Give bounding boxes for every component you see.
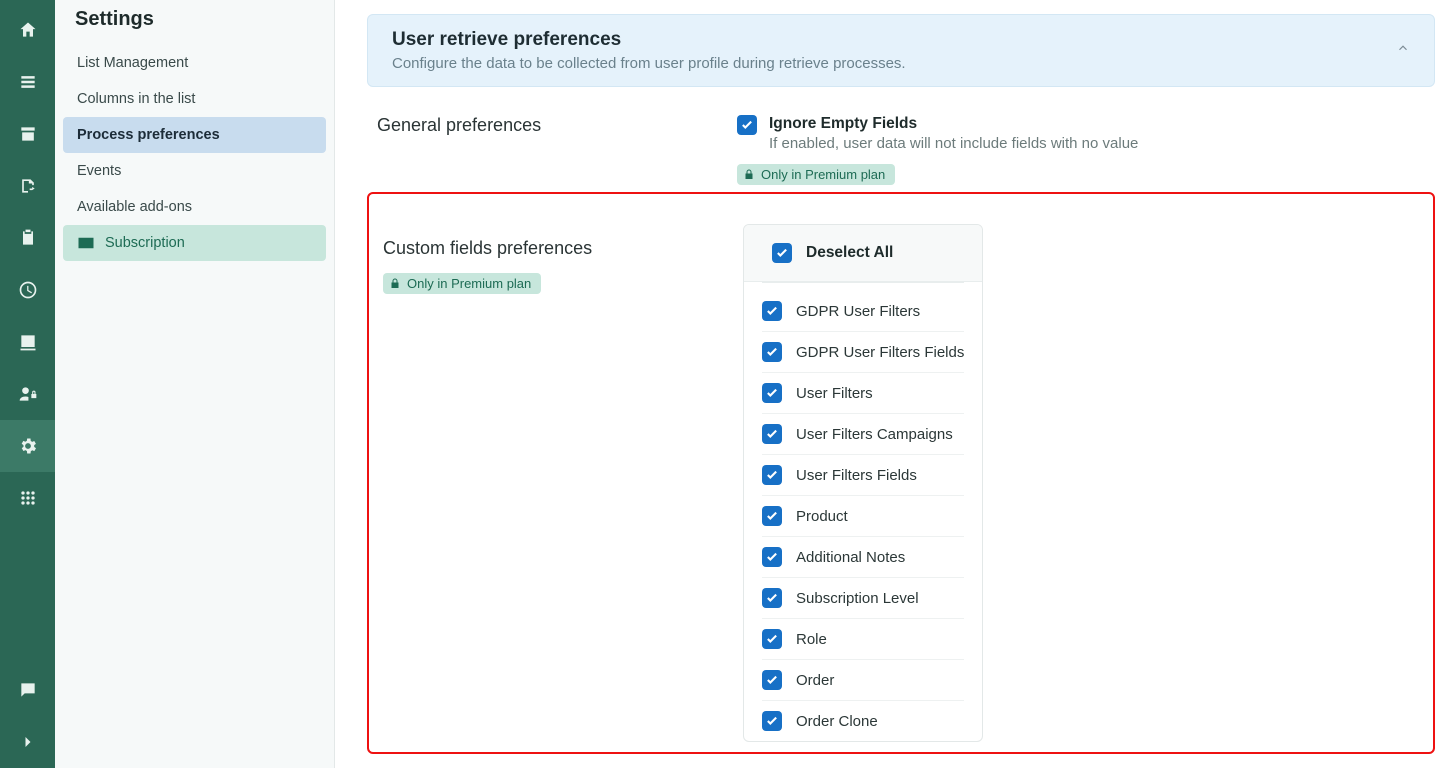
deselect-all-row: Deselect All [744,225,982,282]
rail-lists[interactable] [0,56,55,108]
custom-field-row: Role [762,619,964,660]
custom-field-checkbox[interactable] [762,670,782,690]
custom-field-label: Subscription Level [796,590,919,607]
custom-field-row: Subscription Level [762,578,964,619]
custom-field-row: GDPR User Filters [762,291,964,332]
custom-field-checkbox[interactable] [762,424,782,444]
premium-badge-custom: Only in Premium plan [383,273,541,294]
sidebar-item-subscription[interactable]: Subscription [63,225,326,261]
chevron-up-icon [1396,41,1410,55]
custom-field-checkbox[interactable] [762,629,782,649]
rail-archive[interactable] [0,108,55,160]
card-icon [77,236,95,250]
rail-expand[interactable] [0,716,55,768]
custom-field-checkbox[interactable] [762,342,782,362]
custom-field-row: Additional Notes [762,537,964,578]
custom-field-label: User Filters [796,385,873,402]
clipboard-icon [18,228,38,248]
rail-users[interactable] [0,368,55,420]
general-heading: General preferences [377,115,697,136]
custom-field-checkbox[interactable] [762,506,782,526]
icon-rail [0,0,55,768]
deselect-all-label: Deselect All [806,244,893,262]
settings-sidebar: Settings List Management Columns in the … [55,0,335,768]
rail-clipboard[interactable] [0,212,55,264]
custom-field-label: Order [796,672,834,689]
custom-field-label: GDPR User Filters Fields [796,344,964,361]
custom-fields-highlight: Custom fields preferences Only in Premiu… [367,192,1435,754]
sidebar-item-columns[interactable]: Columns in the list [63,81,326,117]
panel-title: User retrieve preferences [392,29,906,51]
sidebar-item-process-preferences[interactable]: Process preferences [63,117,326,153]
analytics-icon [18,332,38,352]
main-content: User retrieve preferences Configure the … [335,0,1445,768]
ignore-empty-fields-checkbox[interactable] [737,115,757,135]
custom-field-row: Product [762,496,964,537]
custom-field-checkbox[interactable] [762,301,782,321]
custom-field-label: Order Clone [796,713,878,730]
sidebar-item-list-management[interactable]: List Management [63,45,326,81]
custom-field-row: User Filters Campaigns [762,414,964,455]
list-icon [18,72,38,92]
custom-fields-card: Deselect All GDPR User FiltersGDPR User … [743,224,983,742]
custom-field-label: Additional Notes [796,549,905,566]
panel-subtitle: Configure the data to be collected from … [392,55,906,72]
rail-apps[interactable] [0,472,55,524]
rail-analytics[interactable] [0,316,55,368]
rail-chat[interactable] [0,664,55,716]
ignore-empty-subtitle: If enabled, user data will not include f… [769,135,1138,152]
clock-icon [18,280,38,300]
chat-icon [18,680,38,700]
sidebar-item-label: Subscription [105,235,185,251]
rail-home[interactable] [0,4,55,56]
custom-field-checkbox[interactable] [762,383,782,403]
sidebar-item-events[interactable]: Events [63,153,326,189]
custom-field-list: GDPR User Filters GDPR User Filters Field… [744,283,982,741]
custom-field-label: User Filters Fields [796,467,917,484]
lock-icon [743,168,755,181]
rail-time[interactable] [0,264,55,316]
rail-settings[interactable] [0,420,55,472]
custom-field-row: Order Clone [762,701,964,741]
import-icon [18,176,38,196]
sidebar-title: Settings [63,0,326,45]
ignore-empty-title: Ignore Empty Fields [769,115,1138,133]
panel-collapse-toggle[interactable] [1396,29,1410,58]
custom-field-row: User Filters Fields [762,455,964,496]
archive-icon [18,124,38,144]
custom-field-label: Role [796,631,827,648]
custom-field-row: User Filters [762,373,964,414]
custom-field-checkbox[interactable] [762,465,782,485]
general-preferences-row: General preferences Ignore Empty Fields … [367,115,1435,186]
chevron-right-icon [18,732,38,752]
sidebar-item-addons[interactable]: Available add-ons [63,189,326,225]
lock-icon [389,277,401,290]
info-panel: User retrieve preferences Configure the … [367,14,1435,87]
custom-field-checkbox[interactable] [762,711,782,731]
deselect-all-checkbox[interactable] [772,243,792,263]
home-icon [18,20,38,40]
custom-field-row: GDPR User Filters Fields [762,332,964,373]
premium-badge: Only in Premium plan [737,164,895,185]
custom-field-checkbox[interactable] [762,588,782,608]
users-lock-icon [18,384,38,404]
custom-field-label: Product [796,508,848,525]
grid-icon [18,488,38,508]
gear-icon [18,436,38,456]
sidebar-nav: List Management Columns in the list Proc… [63,45,326,261]
custom-field-checkbox[interactable] [762,547,782,567]
custom-field-row: Order [762,660,964,701]
rail-import[interactable] [0,160,55,212]
custom-field-label: User Filters Campaigns [796,426,953,443]
custom-field-label: GDPR User Filters [796,303,920,320]
custom-heading: Custom fields preferences [383,238,703,259]
